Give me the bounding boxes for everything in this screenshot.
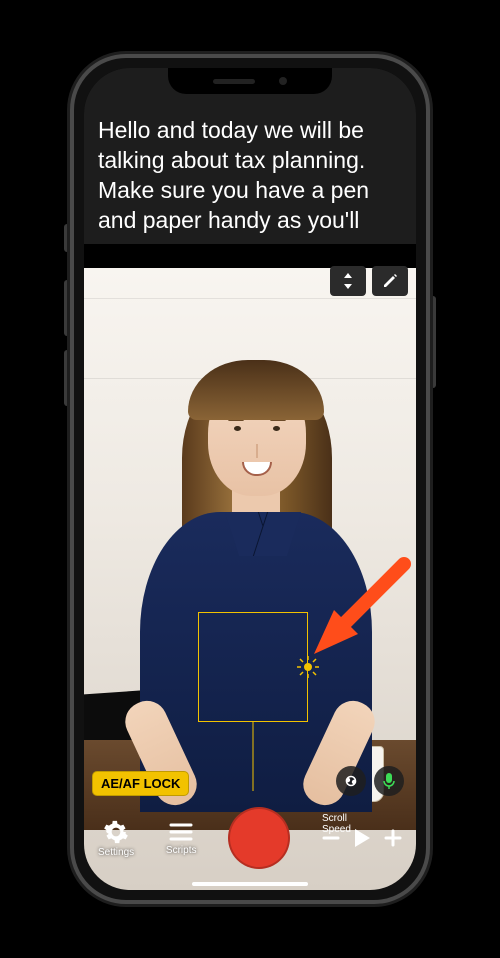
scripts-button[interactable]: Scripts [166,821,197,856]
scroll-toggle-button[interactable] [330,266,366,296]
bottom-toolbar: Settings Scripts [84,798,416,878]
wall-line [84,298,416,299]
annotation-arrow-icon [300,548,416,668]
exposure-slider[interactable] [253,721,254,791]
gear-icon [103,819,129,845]
camera-swap-icon [342,772,360,790]
menu-icon [168,821,194,843]
camera-viewfinder[interactable]: AE/AF LOCK [84,268,416,890]
home-indicator[interactable] [192,882,308,886]
microphone-button[interactable] [374,766,404,796]
earpiece-icon [213,79,255,84]
screen: Hello and today we will be talking about… [84,68,416,890]
subject-bangs [188,360,324,420]
camera-swap-button[interactable] [336,766,366,796]
microphone-icon [382,772,396,790]
edit-script-button[interactable] [372,266,408,296]
plus-icon[interactable] [384,829,402,847]
record-button[interactable] [228,807,290,869]
phone-frame: Hello and today we will be talking about… [70,54,430,904]
settings-label: Settings [98,847,134,858]
scroll-speed-label: Scroll Speed [322,813,368,835]
teleprompter-text[interactable]: Hello and today we will be talking about… [84,106,416,244]
scroll-updown-icon [342,273,354,289]
pencil-icon [382,273,398,289]
focus-reticle[interactable] [198,612,308,722]
scripts-label: Scripts [166,845,197,856]
script-controls [330,266,408,296]
front-camera-icon [279,77,287,85]
power-button [430,296,436,388]
scroll-speed-group: Scroll Speed [322,827,402,849]
aeaf-lock-badge: AE/AF LOCK [92,771,189,796]
settings-button[interactable]: Settings [98,819,134,858]
notch [168,68,332,94]
